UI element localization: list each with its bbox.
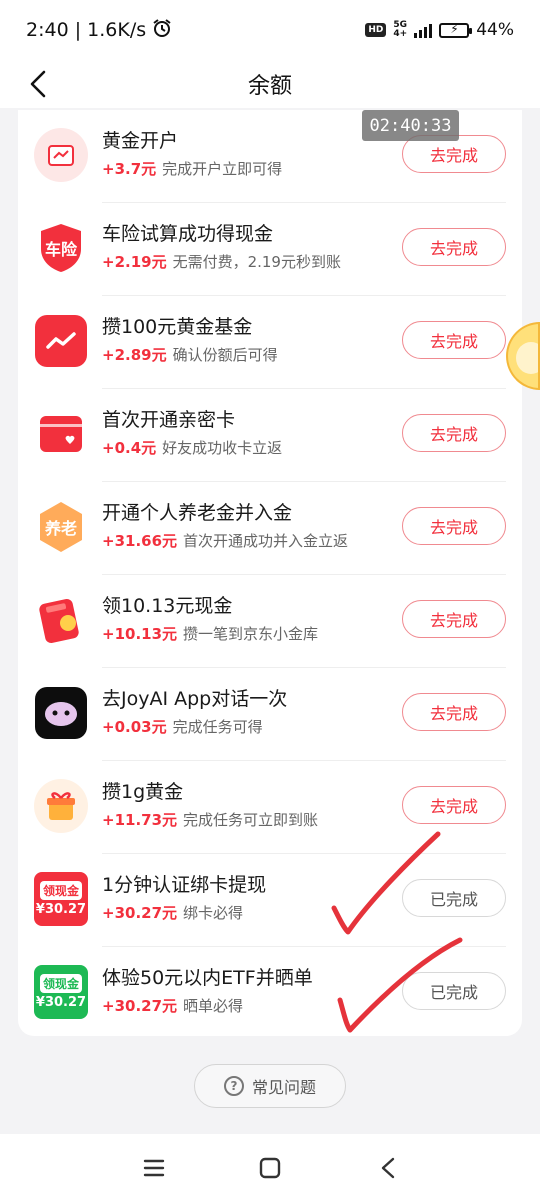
task-row: 去JoyAI App对话一次 +0.03元 完成任务可得 去完成 xyxy=(18,668,522,761)
task-title: 开通个人养老金并入金 xyxy=(102,502,293,524)
battery-percent: 44% xyxy=(476,20,514,40)
task-description: 首次开通成功并入金立返 xyxy=(183,532,349,550)
coupon-top-label: 领现金 xyxy=(39,881,82,900)
cash-coupon-green-icon: 领现金 ¥30.27 xyxy=(34,965,88,1019)
task-go-complete-button[interactable]: 去完成 xyxy=(402,414,506,452)
task-go-complete-button[interactable]: 去完成 xyxy=(402,228,506,266)
task-description: 完成任务可得 xyxy=(172,718,263,736)
task-title: 首次开通亲密卡 xyxy=(102,409,236,431)
task-row: 领10.13元现金 +10.13元 攒一笔到京东小金库 去完成 xyxy=(18,575,522,668)
status-bar: 2:40 | 1.6K/s HD 5G 4+ ⚡ 44% xyxy=(0,0,540,60)
task-go-complete-button[interactable]: 去完成 xyxy=(402,600,506,638)
task-completed-button[interactable]: 已完成 xyxy=(402,972,506,1010)
coupon-top-label: 领现金 xyxy=(39,974,82,993)
battery-icon: ⚡ xyxy=(439,22,473,38)
task-subtitle: +31.66元 首次开通成功并入金立返 xyxy=(102,530,348,551)
task-row: 养老 开通个人养老金并入金 +31.66元 首次开通成功并入金立返 去完成 xyxy=(18,482,522,575)
car-insurance-icon: 车险 xyxy=(34,221,88,275)
home-square-icon[interactable] xyxy=(256,1154,284,1182)
reward-amount: +10.13元 xyxy=(102,625,178,643)
cash-coupon-red-icon: 领现金 ¥30.27 xyxy=(34,872,88,926)
task-title: 车险试算成功得现金 xyxy=(102,223,274,245)
hd-badge: HD xyxy=(365,23,387,37)
task-row: 首次开通亲密卡 +0.4元 好友成功收卡立返 去完成 xyxy=(18,389,522,482)
task-completed-button[interactable]: 已完成 xyxy=(402,879,506,917)
task-row: 领现金 ¥30.27 体验50元以内ETF并晒单 +30.27元 晒单必得 已完成 xyxy=(18,947,522,1040)
faq-button[interactable]: ? 常见问题 xyxy=(194,1064,346,1108)
task-subtitle: +2.19元 无需付费，2.19元秒到账 xyxy=(102,251,341,272)
task-title: 体验50元以内ETF并晒单 xyxy=(102,967,313,989)
network-type: 5G 4+ xyxy=(393,21,407,39)
alarm-icon xyxy=(152,18,172,43)
task-title: 1分钟认证绑卡提现 xyxy=(102,874,267,896)
task-go-complete-button[interactable]: 去完成 xyxy=(402,693,506,731)
task-description: 好友成功收卡立返 xyxy=(162,439,283,457)
reward-amount: +0.4元 xyxy=(102,439,157,457)
task-description: 完成开户立即可得 xyxy=(162,160,283,178)
task-subtitle: +30.27元 绑卡必得 xyxy=(102,902,243,923)
reward-amount: +2.89元 xyxy=(102,346,167,364)
task-row: 车险 车险试算成功得现金 +2.19元 无需付费，2.19元秒到账 去完成 xyxy=(18,203,522,296)
coupon-amount-label: ¥30.27 xyxy=(35,995,87,1010)
task-go-complete-button[interactable]: 去完成 xyxy=(402,507,506,545)
task-subtitle: +30.27元 晒单必得 xyxy=(102,995,243,1016)
system-navigation-bar xyxy=(0,1134,540,1200)
intimate-card-icon xyxy=(34,407,88,461)
reward-amount: +2.19元 xyxy=(102,253,167,271)
icon-text-label: 车险 xyxy=(44,240,77,259)
back-triangle-icon[interactable] xyxy=(374,1154,402,1182)
fund-chart-icon xyxy=(34,314,88,368)
task-subtitle: +3.7元 完成开户立即可得 xyxy=(102,158,282,179)
task-row: 领现金 ¥30.27 1分钟认证绑卡提现 +30.27元 绑卡必得 已完成 xyxy=(18,854,522,947)
task-description: 绑卡必得 xyxy=(183,904,244,922)
task-row: 攒1g黄金 +11.73元 完成任务可立即到账 去完成 xyxy=(18,761,522,854)
coupon-amount-label: ¥30.27 xyxy=(35,902,87,917)
task-description: 晒单必得 xyxy=(183,997,244,1015)
task-description: 无需付费，2.19元秒到账 xyxy=(172,253,341,271)
reward-amount: +30.27元 xyxy=(102,997,178,1015)
task-go-complete-button[interactable]: 去完成 xyxy=(402,321,506,359)
reward-amount: +11.73元 xyxy=(102,811,178,829)
joyai-app-icon xyxy=(34,686,88,740)
task-title: 领10.13元现金 xyxy=(102,595,233,617)
reward-amount: +30.27元 xyxy=(102,904,178,922)
task-title: 去JoyAI App对话一次 xyxy=(102,688,288,710)
status-right: HD 5G 4+ ⚡ 44% xyxy=(365,20,514,40)
gold-gift-icon xyxy=(34,779,88,833)
task-subtitle: +2.89元 确认份额后可得 xyxy=(102,344,278,365)
task-subtitle: +0.03元 完成任务可得 xyxy=(102,716,263,737)
task-subtitle: +0.4元 好友成功收卡立返 xyxy=(102,437,282,458)
reward-amount: +0.03元 xyxy=(102,718,167,736)
network-4g-label: 4+ xyxy=(393,29,408,39)
reward-amount: +3.7元 xyxy=(102,160,157,178)
reward-amount: +31.66元 xyxy=(102,532,178,550)
task-description: 攒一笔到京东小金库 xyxy=(183,625,319,643)
icon-text-label: 养老 xyxy=(44,519,77,538)
signal-icon xyxy=(414,22,433,38)
pension-icon: 养老 xyxy=(34,500,88,554)
task-title: 攒100元黄金基金 xyxy=(102,316,253,338)
gold-account-icon xyxy=(34,128,88,182)
status-left: 2:40 | 1.6K/s xyxy=(26,18,172,43)
chevron-left-icon xyxy=(30,70,46,98)
task-subtitle: +10.13元 攒一笔到京东小金库 xyxy=(102,623,318,644)
task-description: 完成任务可立即到账 xyxy=(183,811,319,829)
task-title: 攒1g黄金 xyxy=(102,781,184,803)
task-description: 确认份额后可得 xyxy=(172,346,278,364)
back-button[interactable] xyxy=(18,64,58,104)
status-time-speed: 2:40 | 1.6K/s xyxy=(26,19,147,41)
red-envelope-icon xyxy=(34,593,88,647)
menu-icon[interactable] xyxy=(140,1154,168,1182)
countdown-timer: 02:40:33 xyxy=(362,110,459,141)
faq-label: 常见问题 xyxy=(251,1078,316,1097)
question-circle-icon: ? xyxy=(223,1076,244,1096)
task-list-card: 黄金开户 +3.7元 完成开户立即可得去完成 车险 车险试算成功得现金 +2.19元 无需付… xyxy=(18,110,522,1036)
task-row: 攒100元黄金基金 +2.89元 确认份额后可得 去完成 xyxy=(18,296,522,389)
task-title: 黄金开户 xyxy=(102,130,179,152)
task-go-complete-button[interactable]: 去完成 xyxy=(402,786,506,824)
task-subtitle: +11.73元 完成任务可立即到账 xyxy=(102,809,318,830)
page-title: 余额 xyxy=(247,74,292,99)
nav-bar: 余额 xyxy=(0,60,540,108)
